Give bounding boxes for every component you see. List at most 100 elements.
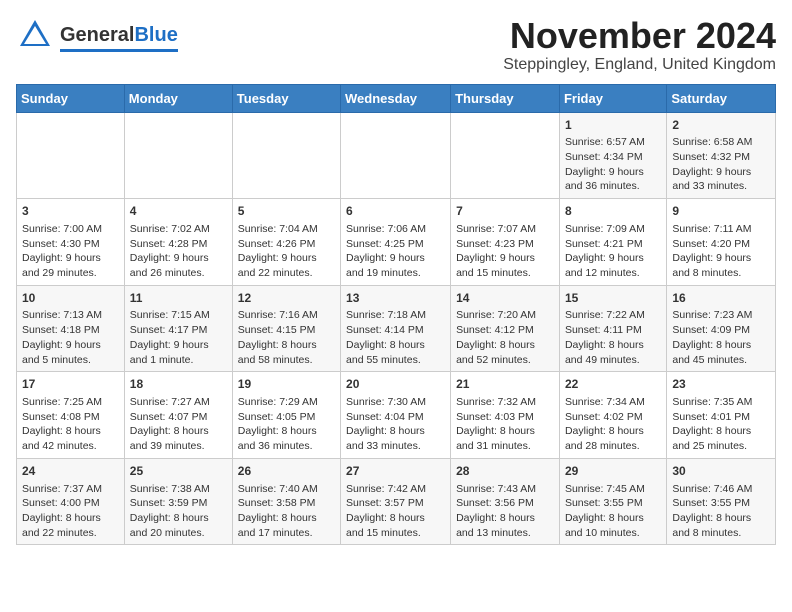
calendar-cell	[17, 112, 125, 199]
weekday-header: Tuesday	[232, 84, 340, 112]
calendar-cell	[451, 112, 560, 199]
calendar-cell: 22Sunrise: 7:34 AMSunset: 4:02 PMDayligh…	[559, 372, 666, 459]
calendar-week-row: 24Sunrise: 7:37 AMSunset: 4:00 PMDayligh…	[17, 458, 776, 545]
day-info: Daylight: 8 hours and 15 minutes.	[346, 511, 445, 540]
day-info: Sunrise: 7:09 AM	[565, 222, 661, 237]
title-area: November 2024 Steppingley, England, Unit…	[503, 16, 776, 74]
day-info: Sunset: 3:55 PM	[672, 496, 770, 511]
calendar-cell: 7Sunrise: 7:07 AMSunset: 4:23 PMDaylight…	[451, 199, 560, 286]
day-info: Daylight: 9 hours and 19 minutes.	[346, 251, 445, 280]
day-number: 12	[238, 290, 335, 307]
day-info: Sunrise: 7:30 AM	[346, 395, 445, 410]
day-info: Sunrise: 7:13 AM	[22, 308, 119, 323]
day-info: Sunset: 4:20 PM	[672, 237, 770, 252]
logo: GeneralBlue	[16, 16, 178, 59]
day-info: Daylight: 8 hours and 10 minutes.	[565, 511, 661, 540]
day-number: 24	[22, 463, 119, 480]
day-info: Sunrise: 7:00 AM	[22, 222, 119, 237]
day-info: Sunrise: 7:25 AM	[22, 395, 119, 410]
day-info: Sunrise: 7:16 AM	[238, 308, 335, 323]
day-info: Daylight: 8 hours and 17 minutes.	[238, 511, 335, 540]
weekday-header-row: SundayMondayTuesdayWednesdayThursdayFrid…	[17, 84, 776, 112]
calendar-cell: 9Sunrise: 7:11 AMSunset: 4:20 PMDaylight…	[667, 199, 776, 286]
day-info: Daylight: 9 hours and 26 minutes.	[130, 251, 227, 280]
day-number: 4	[130, 203, 227, 220]
day-info: Sunset: 4:21 PM	[565, 237, 661, 252]
day-info: Sunrise: 7:11 AM	[672, 222, 770, 237]
calendar-table: SundayMondayTuesdayWednesdayThursdayFrid…	[16, 84, 776, 546]
day-number: 5	[238, 203, 335, 220]
month-title: November 2024	[503, 16, 776, 56]
calendar-cell: 6Sunrise: 7:06 AMSunset: 4:25 PMDaylight…	[341, 199, 451, 286]
day-info: Daylight: 8 hours and 28 minutes.	[565, 424, 661, 453]
day-info: Daylight: 8 hours and 42 minutes.	[22, 424, 119, 453]
day-info: Daylight: 9 hours and 33 minutes.	[672, 165, 770, 194]
calendar-week-row: 10Sunrise: 7:13 AMSunset: 4:18 PMDayligh…	[17, 285, 776, 372]
day-number: 6	[346, 203, 445, 220]
day-number: 1	[565, 117, 661, 134]
day-info: Sunrise: 6:58 AM	[672, 135, 770, 150]
day-info: Sunrise: 7:20 AM	[456, 308, 554, 323]
day-number: 15	[565, 290, 661, 307]
day-info: Sunrise: 7:02 AM	[130, 222, 227, 237]
day-number: 9	[672, 203, 770, 220]
day-info: Daylight: 8 hours and 13 minutes.	[456, 511, 554, 540]
logo-line	[60, 49, 178, 52]
day-info: Daylight: 8 hours and 33 minutes.	[346, 424, 445, 453]
calendar-cell	[232, 112, 340, 199]
calendar-cell: 20Sunrise: 7:30 AMSunset: 4:04 PMDayligh…	[341, 372, 451, 459]
day-info: Sunset: 3:55 PM	[565, 496, 661, 511]
day-info: Daylight: 8 hours and 52 minutes.	[456, 338, 554, 367]
day-number: 29	[565, 463, 661, 480]
calendar-cell: 15Sunrise: 7:22 AMSunset: 4:11 PMDayligh…	[559, 285, 666, 372]
day-info: Sunrise: 7:04 AM	[238, 222, 335, 237]
day-number: 10	[22, 290, 119, 307]
day-number: 7	[456, 203, 554, 220]
day-info: Sunrise: 7:38 AM	[130, 482, 227, 497]
weekday-header: Wednesday	[341, 84, 451, 112]
weekday-header: Sunday	[17, 84, 125, 112]
day-number: 17	[22, 376, 119, 393]
day-info: Sunset: 4:01 PM	[672, 410, 770, 425]
day-info: Sunset: 3:58 PM	[238, 496, 335, 511]
calendar-cell: 26Sunrise: 7:40 AMSunset: 3:58 PMDayligh…	[232, 458, 340, 545]
day-info: Sunset: 4:00 PM	[22, 496, 119, 511]
day-info: Daylight: 9 hours and 5 minutes.	[22, 338, 119, 367]
calendar-cell: 2Sunrise: 6:58 AMSunset: 4:32 PMDaylight…	[667, 112, 776, 199]
day-info: Sunset: 4:05 PM	[238, 410, 335, 425]
day-info: Sunrise: 7:22 AM	[565, 308, 661, 323]
calendar-cell: 5Sunrise: 7:04 AMSunset: 4:26 PMDaylight…	[232, 199, 340, 286]
day-info: Daylight: 8 hours and 8 minutes.	[672, 511, 770, 540]
calendar-cell	[341, 112, 451, 199]
weekday-header: Monday	[124, 84, 232, 112]
calendar-cell: 24Sunrise: 7:37 AMSunset: 4:00 PMDayligh…	[17, 458, 125, 545]
calendar-cell: 16Sunrise: 7:23 AMSunset: 4:09 PMDayligh…	[667, 285, 776, 372]
calendar-cell: 18Sunrise: 7:27 AMSunset: 4:07 PMDayligh…	[124, 372, 232, 459]
day-number: 30	[672, 463, 770, 480]
day-info: Sunrise: 7:45 AM	[565, 482, 661, 497]
logo-icon	[16, 16, 54, 59]
day-info: Daylight: 9 hours and 29 minutes.	[22, 251, 119, 280]
calendar-cell: 23Sunrise: 7:35 AMSunset: 4:01 PMDayligh…	[667, 372, 776, 459]
day-info: Sunrise: 7:32 AM	[456, 395, 554, 410]
day-number: 18	[130, 376, 227, 393]
day-info: Sunrise: 7:40 AM	[238, 482, 335, 497]
day-number: 13	[346, 290, 445, 307]
day-info: Daylight: 9 hours and 1 minute.	[130, 338, 227, 367]
weekday-header: Saturday	[667, 84, 776, 112]
day-info: Daylight: 8 hours and 45 minutes.	[672, 338, 770, 367]
day-number: 22	[565, 376, 661, 393]
calendar-week-row: 3Sunrise: 7:00 AMSunset: 4:30 PMDaylight…	[17, 199, 776, 286]
calendar-cell: 21Sunrise: 7:32 AMSunset: 4:03 PMDayligh…	[451, 372, 560, 459]
day-number: 27	[346, 463, 445, 480]
day-info: Sunrise: 7:15 AM	[130, 308, 227, 323]
day-info: Daylight: 9 hours and 36 minutes.	[565, 165, 661, 194]
day-info: Sunset: 4:12 PM	[456, 323, 554, 338]
calendar-cell	[124, 112, 232, 199]
calendar-cell: 29 Sunrise: 7:45 AMSunset: 3:55 PMDayligh…	[559, 458, 666, 545]
day-info: Daylight: 8 hours and 36 minutes.	[238, 424, 335, 453]
day-info: Sunset: 4:25 PM	[346, 237, 445, 252]
day-info: Sunset: 4:17 PM	[130, 323, 227, 338]
calendar-cell: 25Sunrise: 7:38 AMSunset: 3:59 PMDayligh…	[124, 458, 232, 545]
calendar-cell: 30Sunrise: 7:46 AMSunset: 3:55 PMDayligh…	[667, 458, 776, 545]
